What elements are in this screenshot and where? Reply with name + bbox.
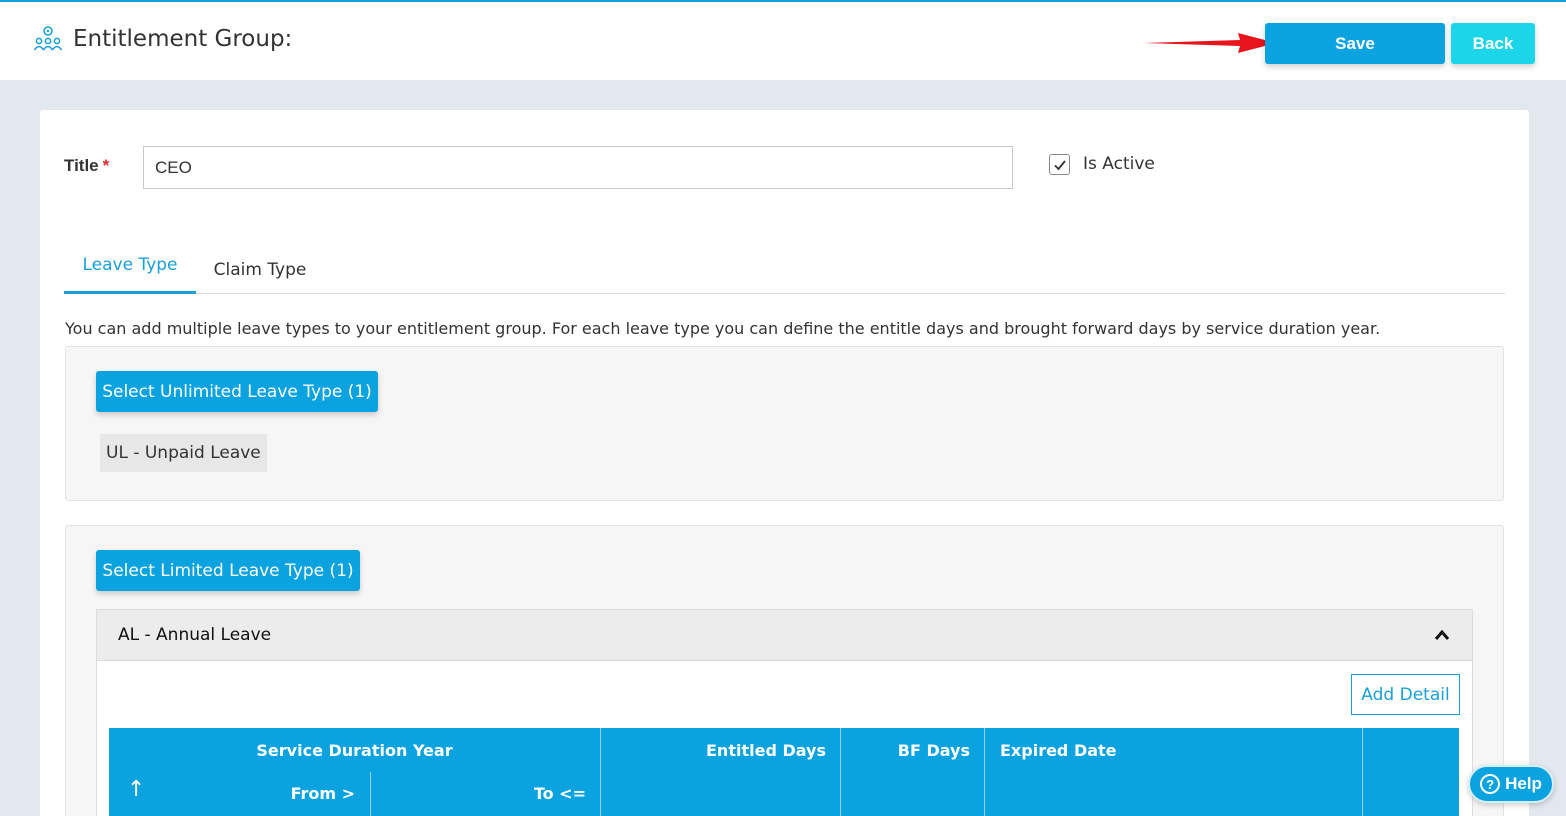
unlimited-leave-panel [65, 346, 1504, 501]
annotation-arrow-icon [1144, 33, 1276, 53]
select-limited-leave-type-button[interactable]: Select Limited Leave Type (1) [96, 550, 360, 591]
required-mark: * [102, 156, 110, 175]
to-column-header[interactable]: To <= [371, 784, 586, 803]
entitled-days-header[interactable]: Entitled Days [600, 741, 826, 760]
entitlement-table-header: Service Duration Year ↑ From > To <= Ent… [109, 728, 1459, 816]
question-icon: ? [1480, 774, 1501, 794]
column-divider [1362, 728, 1363, 816]
tab-bar: Leave Type Claim Type [64, 244, 1505, 294]
title-label: Title * [64, 156, 110, 175]
tab-leave-type[interactable]: Leave Type [64, 244, 196, 294]
leave-type-chip: UL - Unpaid Leave [100, 434, 267, 472]
expired-date-header[interactable]: Expired Date [1000, 741, 1117, 760]
group-settings-icon [33, 26, 63, 51]
column-divider [984, 728, 985, 816]
checkmark-icon [1054, 160, 1066, 171]
from-column-header[interactable]: From > [109, 784, 355, 803]
is-active-label: Is Active [1083, 154, 1155, 174]
help-label: Help [1505, 774, 1542, 793]
back-button[interactable]: Back [1451, 23, 1535, 64]
tab-claim-type[interactable]: Claim Type [196, 244, 324, 294]
help-button[interactable]: ? Help [1468, 765, 1554, 803]
accordion-title: AL - Annual Leave [118, 625, 272, 645]
save-button[interactable]: Save [1265, 23, 1445, 64]
add-detail-button[interactable]: Add Detail [1351, 674, 1460, 715]
leave-type-description: You can add multiple leave types to your… [65, 319, 1381, 338]
title-input[interactable] [143, 146, 1013, 189]
is-active-checkbox[interactable] [1049, 154, 1070, 175]
select-unlimited-leave-type-button[interactable]: Select Unlimited Leave Type (1) [96, 371, 378, 412]
service-duration-year-header: Service Duration Year [256, 741, 453, 760]
chevron-up-icon[interactable] [1434, 628, 1450, 642]
annual-leave-accordion-header[interactable]: AL - Annual Leave [96, 609, 1473, 661]
bf-days-header[interactable]: BF Days [840, 741, 970, 760]
page-title: Entitlement Group: [73, 26, 293, 52]
